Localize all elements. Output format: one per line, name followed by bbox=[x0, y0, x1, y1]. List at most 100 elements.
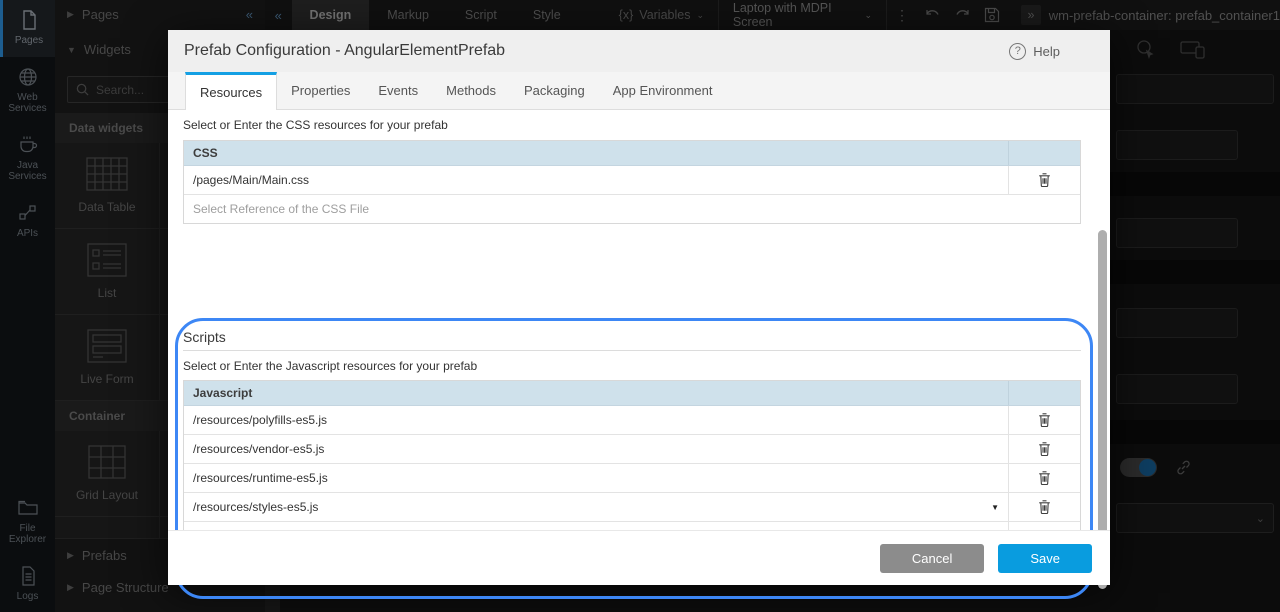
more-options-button[interactable]: ⋮ bbox=[887, 7, 917, 24]
tab-resources[interactable]: Resources bbox=[185, 72, 277, 110]
variables-icon: {x} bbox=[619, 8, 634, 22]
toolbar-tab-script[interactable]: Script bbox=[447, 0, 515, 30]
tab-properties[interactable]: Properties bbox=[277, 72, 364, 109]
toolbar-tab-style[interactable]: Style bbox=[515, 0, 579, 30]
delete-script-resource-button[interactable] bbox=[1009, 435, 1080, 463]
search-placeholder: Search... bbox=[96, 83, 144, 97]
panel-collapse-icon[interactable]: « bbox=[246, 7, 253, 22]
search-icon bbox=[76, 83, 89, 96]
tab-app-environment[interactable]: App Environment bbox=[599, 72, 727, 109]
panel-widgets-label: Widgets bbox=[84, 42, 131, 57]
inspect-cursor-icon[interactable] bbox=[1134, 38, 1156, 60]
script-resource-path: /resources/polyfills-es5.js bbox=[184, 406, 1009, 434]
css-resource-row: /pages/Main/Main.css bbox=[184, 166, 1080, 195]
script-resource-row: /resources/runtime-es5.js bbox=[184, 464, 1080, 493]
script-resource-row: /resources/polyfills-es5.js bbox=[184, 406, 1080, 435]
save-page-button[interactable] bbox=[977, 7, 1007, 23]
variables-dropdown[interactable]: {x} Variables ⌄ bbox=[605, 8, 718, 22]
cancel-button[interactable]: Cancel bbox=[880, 544, 984, 573]
dialog-title: Prefab Configuration - AngularElementPre… bbox=[184, 42, 505, 60]
toolbar-tab-markup[interactable]: Markup bbox=[369, 0, 447, 30]
property-toggle[interactable] bbox=[1120, 458, 1157, 477]
widget-tile-grid-layout[interactable]: Grid Layout bbox=[55, 431, 160, 517]
scripts-heading: Scripts bbox=[183, 329, 226, 345]
devices-icon[interactable] bbox=[1180, 39, 1206, 59]
folder-icon bbox=[17, 497, 39, 519]
script-resource-row: /resources/styles-es5.js ▼ bbox=[184, 493, 1080, 522]
link-icon[interactable] bbox=[1175, 459, 1192, 476]
save-button[interactable]: Save bbox=[998, 544, 1092, 573]
rail-label: Logs bbox=[17, 591, 39, 603]
dialog-header: Prefab Configuration - AngularElementPre… bbox=[168, 30, 1110, 72]
property-field[interactable] bbox=[1116, 374, 1238, 404]
trash-icon bbox=[1037, 412, 1052, 428]
canvas-area bbox=[265, 585, 1110, 612]
css-reference-input-row bbox=[184, 195, 1080, 223]
scripts-divider bbox=[183, 350, 1081, 351]
rail-item-apis[interactable]: APIs bbox=[0, 193, 55, 250]
script-resource-path: /resources/styles-es5.js ▼ bbox=[184, 493, 1009, 521]
rail-label: Web Services bbox=[2, 92, 53, 115]
widget-tile-list[interactable]: List bbox=[55, 229, 160, 315]
chevron-down-icon: ▼ bbox=[67, 45, 76, 55]
property-section-bar[interactable] bbox=[1110, 420, 1280, 444]
rail-item-file-explorer[interactable]: File Explorer bbox=[0, 488, 55, 556]
scripts-instruction: Select or Enter the Javascript resources… bbox=[183, 359, 477, 373]
panel-collapse-button[interactable]: « bbox=[265, 8, 292, 23]
help-question-icon: ? bbox=[1009, 43, 1026, 60]
page-icon bbox=[18, 9, 40, 31]
property-field[interactable] bbox=[1116, 74, 1274, 104]
chevron-right-icon: ▶ bbox=[67, 550, 74, 561]
device-selector-dropdown[interactable]: Laptop with MDPI Screen ⌄ bbox=[719, 1, 886, 29]
widget-tile-data-table[interactable]: Data Table bbox=[55, 143, 160, 229]
css-instruction: Select or Enter the CSS resources for yo… bbox=[183, 118, 448, 132]
property-field[interactable] bbox=[1116, 308, 1238, 338]
rail-label: Pages bbox=[15, 35, 43, 47]
dialog-body: Select or Enter the CSS resources for yo… bbox=[168, 110, 1110, 530]
globe-icon bbox=[17, 66, 39, 88]
rail-item-logs[interactable]: Logs bbox=[0, 556, 55, 612]
rail-label: Java Services bbox=[2, 160, 53, 183]
css-reference-input[interactable] bbox=[193, 202, 1071, 216]
script-resource-path: /resources/vendor-es5.js bbox=[184, 435, 1009, 463]
delete-script-resource-button[interactable] bbox=[1009, 493, 1080, 521]
chevron-down-icon: ⌄ bbox=[696, 10, 704, 21]
tab-events[interactable]: Events bbox=[364, 72, 432, 109]
property-field[interactable] bbox=[1116, 130, 1238, 160]
property-field[interactable] bbox=[1116, 218, 1238, 248]
rail-item-java-services[interactable]: Java Services bbox=[0, 125, 55, 193]
breadcrumb[interactable]: wm-prefab-container: prefab_container1 bbox=[1049, 8, 1280, 23]
delete-script-resource-button[interactable] bbox=[1009, 464, 1080, 492]
property-section-bar[interactable] bbox=[1110, 172, 1280, 196]
canvas-side-tab bbox=[265, 585, 280, 612]
widget-tile-live-form[interactable]: Live Form bbox=[55, 315, 160, 401]
undo-button[interactable] bbox=[917, 8, 947, 23]
delete-script-resource-button[interactable] bbox=[1009, 406, 1080, 434]
dialog-tab-bar: Resources Properties Events Methods Pack… bbox=[168, 72, 1110, 110]
property-select[interactable]: ⌄ bbox=[1116, 503, 1274, 533]
script-resource-path: /resources/runtime-es5.js bbox=[184, 464, 1009, 492]
form-icon bbox=[87, 329, 127, 363]
row-dropdown-arrow-icon[interactable]: ▼ bbox=[991, 503, 999, 512]
rail-item-pages[interactable]: Pages bbox=[0, 0, 55, 57]
trash-icon bbox=[1037, 470, 1052, 486]
log-document-icon bbox=[17, 565, 39, 587]
css-table-header: CSS bbox=[184, 141, 1080, 166]
toolbar-tab-design[interactable]: Design bbox=[292, 0, 370, 30]
rail-label: File Explorer bbox=[2, 523, 53, 546]
breadcrumb-expand-button[interactable]: » bbox=[1021, 5, 1040, 25]
properties-panel: ⌄ bbox=[1110, 30, 1280, 612]
redo-button[interactable] bbox=[947, 8, 977, 23]
api-nodes-icon bbox=[17, 202, 39, 224]
delete-css-resource-button[interactable] bbox=[1009, 166, 1080, 194]
chevron-right-icon: ▶ bbox=[67, 582, 74, 593]
property-section-bar[interactable] bbox=[1110, 260, 1280, 284]
data-table-icon bbox=[86, 157, 128, 191]
help-button[interactable]: ? Help bbox=[1009, 43, 1060, 60]
undo-icon bbox=[924, 8, 941, 23]
widget-tile-clipped[interactable] bbox=[55, 517, 160, 539]
tab-packaging[interactable]: Packaging bbox=[510, 72, 599, 109]
tab-methods[interactable]: Methods bbox=[432, 72, 510, 109]
panel-section-pages[interactable]: ▶ Pages « bbox=[55, 0, 265, 29]
rail-item-web-services[interactable]: Web Services bbox=[0, 57, 55, 125]
